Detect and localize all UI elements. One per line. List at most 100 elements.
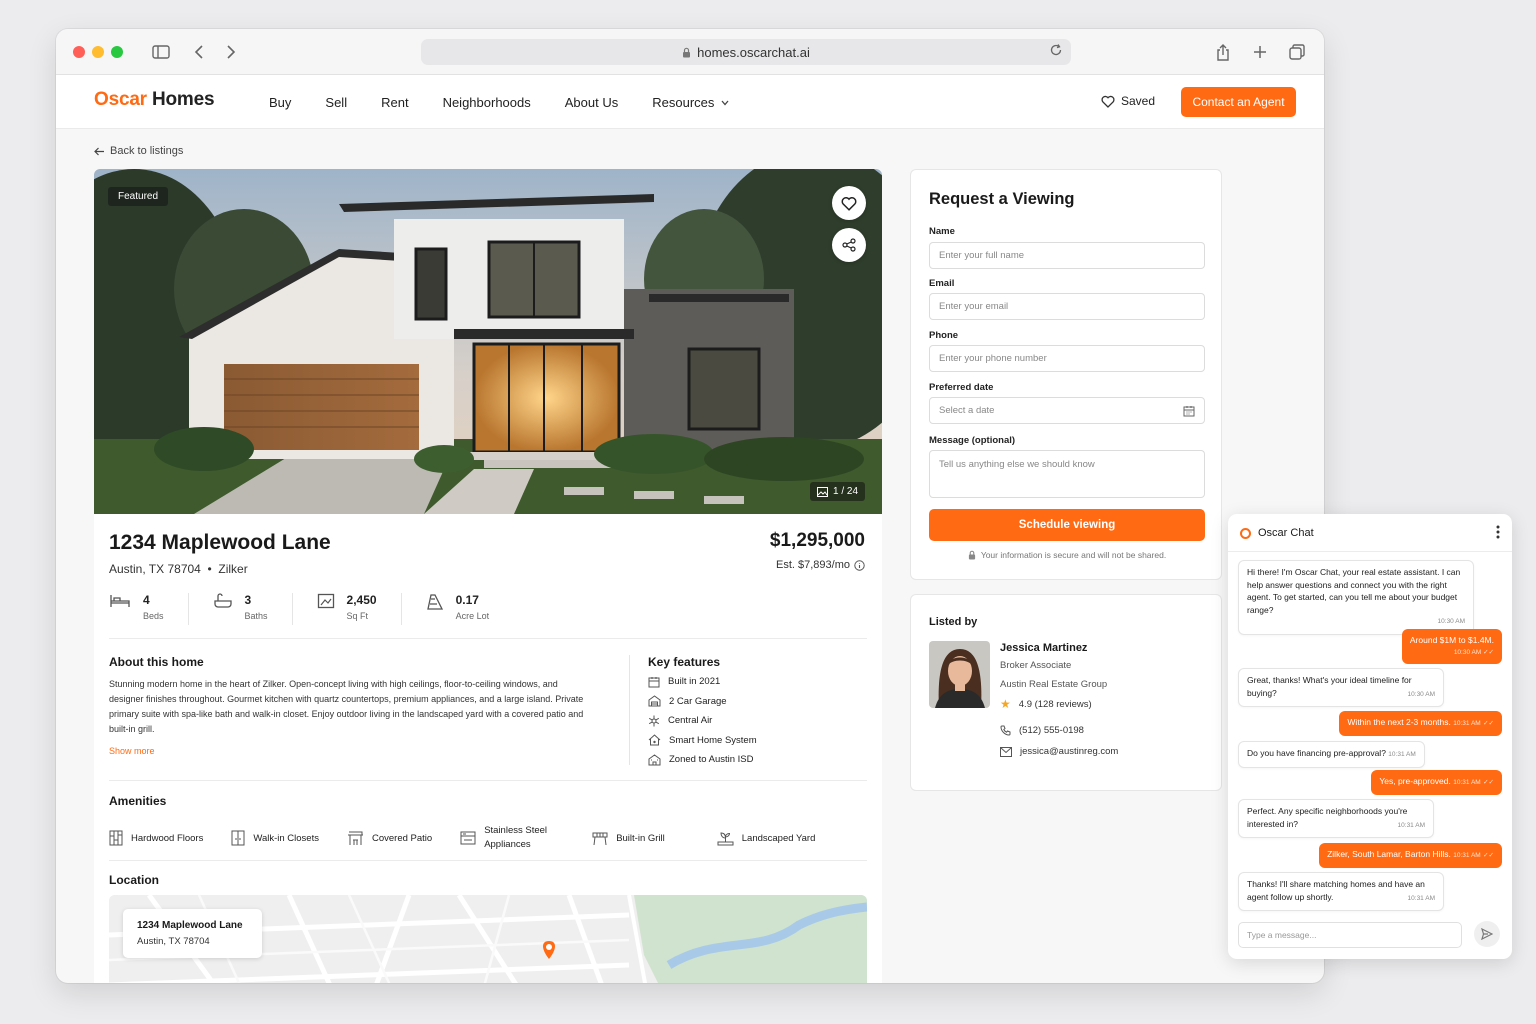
forward-arrow-icon[interactable] — [220, 41, 242, 63]
close-window-button[interactable] — [73, 46, 85, 58]
neighborhood-label: Zilker — [218, 562, 248, 576]
send-button[interactable] — [1474, 921, 1500, 947]
nav-item-buy[interactable]: Buy — [269, 95, 291, 110]
nav-item-sell[interactable]: Sell — [325, 95, 347, 110]
favorite-button[interactable] — [832, 186, 866, 220]
divider — [109, 780, 867, 781]
chat-message-input[interactable]: Type a message... — [1238, 922, 1462, 948]
tab-overview-icon[interactable] — [1286, 41, 1308, 63]
saved-button[interactable]: Saved — [1101, 94, 1155, 108]
schedule-viewing-button[interactable]: Schedule viewing — [929, 509, 1205, 541]
agent-title: Broker Associate — [1000, 660, 1072, 671]
grill-icon — [592, 832, 608, 845]
minimize-window-button[interactable] — [92, 46, 104, 58]
address-bar[interactable]: homes.oscarchat.ai — [421, 39, 1071, 65]
phone-icon — [1000, 725, 1011, 736]
message-textarea[interactable]: Tell us anything else we should know — [929, 450, 1205, 498]
map-address-card: 1234 Maplewood Lane Austin, TX 78704 — [123, 909, 262, 958]
snowflake-icon — [648, 715, 660, 727]
date-input[interactable]: Select a date — [929, 397, 1205, 424]
photo-counter-label: 1 / 24 — [833, 486, 859, 497]
gallery-icon — [817, 486, 828, 497]
chat-message-user: Around $1M to $1.4M. 10:30 AM ✓✓ — [1401, 629, 1502, 664]
nav-item-about[interactable]: About Us — [565, 95, 618, 110]
estimate-label: Est. $7,893/mo — [776, 559, 850, 571]
date-placeholder: Select a date — [939, 405, 995, 416]
bed-icon — [110, 595, 130, 607]
listed-by-title: Listed by — [929, 616, 978, 628]
stat-beds: 4 Beds — [109, 593, 189, 625]
contact-agent-button[interactable]: Contact an Agent — [1181, 87, 1296, 117]
read-check-icon: ✓✓ — [1483, 852, 1494, 859]
chat-message-bot: Do you have financing pre-approval? 10:3… — [1238, 741, 1425, 768]
agent-card: Listed by Jessica Martinez Broker Associ… — [910, 594, 1222, 791]
chat-header: Oscar Chat — [1228, 514, 1512, 552]
message-text: Thanks! I'll share matching homes and ha… — [1247, 879, 1425, 902]
chat-message-bot: Great, thanks! What's your ideal timelin… — [1238, 668, 1444, 707]
appliance-icon — [460, 831, 476, 845]
nav-item-resources-label: Resources — [652, 95, 715, 110]
back-to-listings-link[interactable]: Back to listings — [94, 145, 183, 157]
feature-item: Built in 2021 — [648, 675, 757, 689]
agent-phone[interactable]: (512) 555-0198 — [1000, 725, 1084, 736]
photo-counter[interactable]: 1 / 24 — [810, 482, 866, 501]
new-tab-icon[interactable] — [1249, 41, 1271, 63]
chat-logo-icon — [1240, 528, 1251, 539]
message-time: 10:30 AM — [1437, 618, 1465, 625]
feature-item: Zoned to Austin ISD — [648, 753, 757, 767]
lot-label: Acre Lot — [455, 611, 490, 621]
read-check-icon: ✓✓ — [1483, 779, 1494, 786]
nav-item-neighborhoods[interactable]: Neighborhoods — [443, 95, 531, 110]
info-icon[interactable] — [854, 559, 865, 571]
location-map[interactable]: 1234 Maplewood Lane Austin, TX 78704 — [109, 895, 867, 983]
message-time: 10:31 AM — [1453, 852, 1481, 859]
amenity-item: Walk-in Closets — [231, 830, 319, 846]
amenities-title: Amenities — [109, 794, 167, 808]
maximize-window-button[interactable] — [111, 46, 123, 58]
house-photo — [94, 169, 882, 514]
plant-icon — [717, 831, 734, 845]
mail-icon — [1000, 746, 1012, 757]
nav-item-resources[interactable]: Resources — [652, 95, 729, 110]
logo[interactable]: Oscar Homes — [94, 89, 215, 111]
feature-item: Central Air — [648, 714, 757, 728]
share-icon[interactable] — [1212, 41, 1234, 63]
chat-title: Oscar Chat — [1258, 527, 1314, 539]
site-header: Oscar Homes Buy Sell Rent Neighborhoods … — [56, 75, 1324, 129]
chat-message-bot: Thanks! I'll share matching homes and ha… — [1238, 872, 1444, 911]
logo-brand: Oscar — [94, 89, 147, 110]
sidebar-toggle-icon[interactable] — [150, 41, 172, 63]
reload-icon[interactable] — [1049, 43, 1063, 57]
amenity-label: Built-in Grill — [616, 832, 665, 844]
message-time: 10:31 AM — [1453, 779, 1481, 786]
name-input[interactable]: Enter your full name — [929, 242, 1205, 269]
url-text: homes.oscarchat.ai — [697, 44, 810, 60]
section-divider — [629, 655, 630, 765]
garage-icon — [648, 695, 661, 707]
phone-input[interactable]: Enter your phone number — [929, 345, 1205, 372]
agent-name[interactable]: Jessica Martinez — [1000, 642, 1087, 654]
sqft-value: 2,450 — [346, 593, 377, 607]
school-icon — [648, 754, 661, 766]
logo-text: Homes — [146, 89, 215, 110]
more-options-icon[interactable] — [1496, 525, 1500, 544]
calendar-icon[interactable] — [1183, 405, 1195, 417]
agent-email[interactable]: jessica@austinreg.com — [1000, 746, 1118, 757]
share-button[interactable] — [832, 228, 866, 262]
nav-item-rent[interactable]: Rent — [381, 95, 408, 110]
message-time: 10:31 AM — [1397, 821, 1425, 829]
beds-value: 4 — [143, 593, 150, 607]
agent-email-text: jessica@austinreg.com — [1020, 746, 1119, 757]
request-viewing-form: Request a Viewing Name Enter your full n… — [910, 169, 1222, 580]
back-arrow-icon[interactable] — [188, 41, 210, 63]
about-text: Stunning modern home in the heart of Zil… — [109, 679, 584, 734]
stat-lot: 0.17 Acre Lot — [426, 593, 514, 625]
beds-label: Beds — [143, 611, 164, 621]
email-input[interactable]: Enter your email — [929, 293, 1205, 320]
chevron-down-icon — [721, 100, 729, 105]
listing-photo[interactable]: Featured 1 / 24 — [94, 169, 882, 514]
message-text: Hi there! I'm Oscar Chat, your real esta… — [1247, 567, 1461, 615]
show-more-link[interactable]: Show more — [109, 746, 589, 756]
date-label: Preferred date — [929, 382, 994, 393]
amenity-item: Built-in Grill — [592, 831, 665, 846]
